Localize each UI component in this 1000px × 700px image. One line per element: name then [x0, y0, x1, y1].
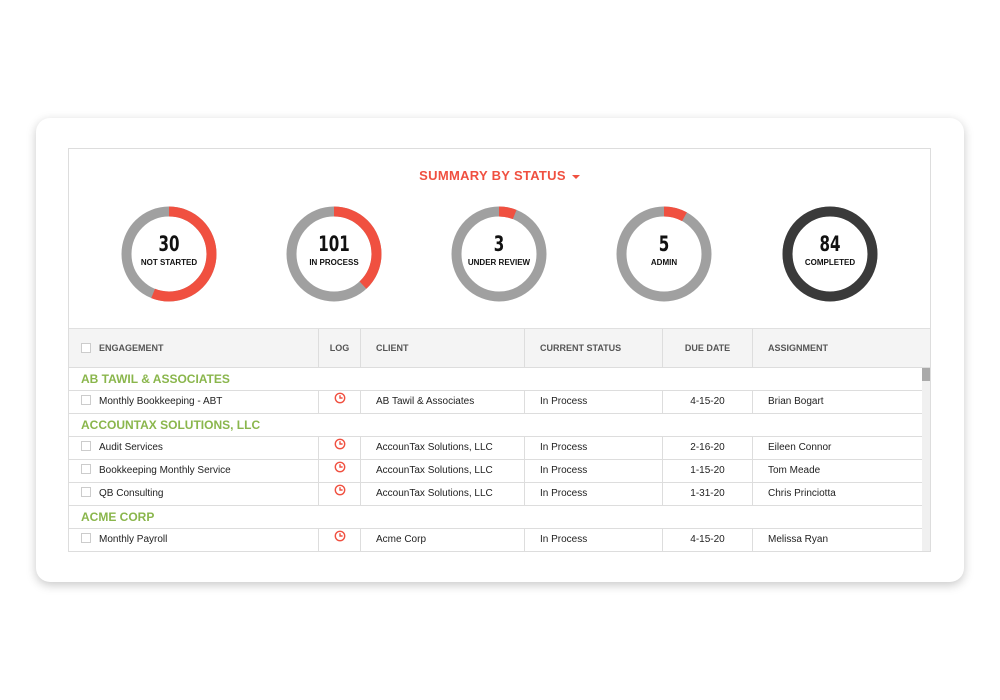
column-engagement[interactable]: ENGAGEMENT: [69, 329, 319, 368]
column-label: ENGAGEMENT: [99, 343, 164, 353]
table-header: ENGAGEMENT LOG CLIENT CURRENT STATUS DUE…: [69, 328, 930, 368]
status-count: 5: [658, 232, 670, 256]
engagement-name: QB Consulting: [99, 488, 164, 499]
summary-title-label: SUMMARY BY STATUS: [419, 168, 566, 183]
scrollbar[interactable]: [922, 368, 930, 551]
column-assignment[interactable]: ASSIGNMENT: [753, 329, 930, 368]
engagement-cell[interactable]: Monthly Bookkeeping - ABT: [69, 391, 319, 413]
due-date-cell: 1-31-20: [663, 483, 753, 505]
status-label: ADMIN: [650, 258, 678, 267]
client-cell: Acme Corp: [361, 529, 525, 551]
status-donut-under-review[interactable]: 3 UNDER REVIEW: [451, 206, 547, 302]
assignment-cell: Tom Meade: [768, 465, 821, 476]
status-label: UNDER REVIEW: [467, 258, 531, 267]
row-checkbox[interactable]: [81, 464, 91, 475]
engagement-cell[interactable]: Monthly Payroll: [69, 529, 319, 551]
assignment-cell: Chris Princiotta: [768, 488, 836, 499]
status-donut-completed[interactable]: 84 COMPLETED: [782, 206, 878, 302]
due-date-cell: 2-16-20: [663, 437, 753, 459]
table-row[interactable]: Monthly Bookkeeping - ABT AB Tawil & Ass…: [69, 391, 922, 414]
engagement-name: Monthly Bookkeeping - ABT: [99, 396, 223, 407]
due-date-cell: 4-15-20: [663, 529, 753, 551]
status-cell: In Process: [525, 391, 663, 413]
clock-icon[interactable]: [334, 391, 346, 413]
log-cell: [319, 529, 361, 551]
group-header[interactable]: AB TAWIL & ASSOCIATES: [69, 368, 922, 391]
select-all-checkbox[interactable]: [81, 342, 91, 353]
engagement-name: Audit Services: [99, 442, 163, 453]
group-header[interactable]: ACME CORP: [69, 506, 922, 529]
status-cell: In Process: [525, 529, 663, 551]
assignment-cell: Brian Bogart: [768, 396, 824, 407]
column-due-date[interactable]: DUE DATE: [663, 329, 753, 368]
row-checkbox[interactable]: [81, 487, 91, 498]
client-cell: AccounTax Solutions, LLC: [361, 483, 525, 505]
status-cell: In Process: [525, 483, 663, 505]
client-cell: AccounTax Solutions, LLC: [361, 437, 525, 459]
status-count: 101: [318, 232, 350, 256]
table-row[interactable]: Audit Services AccounTax Solutions, LLC …: [69, 437, 922, 460]
log-cell: [319, 460, 361, 482]
column-current-status[interactable]: CURRENT STATUS: [525, 329, 663, 368]
summary-by-status-dropdown[interactable]: SUMMARY BY STATUS: [69, 168, 930, 183]
scrollbar-thumb[interactable]: [922, 368, 930, 381]
caret-down-icon: [571, 174, 580, 179]
engagement-cell[interactable]: Bookkeeping Monthly Service: [69, 460, 319, 482]
client-cell: AccounTax Solutions, LLC: [361, 460, 525, 482]
log-cell: [319, 437, 361, 459]
column-client[interactable]: CLIENT: [361, 329, 525, 368]
status-donut-in-process[interactable]: 101 IN PROCESS: [286, 206, 382, 302]
clock-icon[interactable]: [334, 460, 346, 482]
status-count: 3: [493, 232, 505, 256]
status-donut-admin[interactable]: 5 ADMIN: [616, 206, 712, 302]
engagement-name: Monthly Payroll: [99, 534, 168, 545]
client-cell: AB Tawil & Associates: [361, 391, 525, 413]
status-count: 84: [819, 232, 841, 256]
status-label: NOT STARTED: [140, 258, 198, 267]
status-cell: In Process: [525, 437, 663, 459]
table-row[interactable]: Monthly Payroll Acme Corp In Process 4-1…: [69, 529, 922, 551]
engagement-name: Bookkeeping Monthly Service: [99, 465, 231, 476]
summary-panel: SUMMARY BY STATUS 30 NOT STARTED 101 IN PRO…: [68, 148, 931, 552]
due-date-cell: 1-15-20: [663, 460, 753, 482]
engagement-cell[interactable]: QB Consulting: [69, 483, 319, 505]
row-checkbox[interactable]: [81, 441, 91, 452]
status-cell: In Process: [525, 460, 663, 482]
column-log[interactable]: LOG: [319, 329, 361, 368]
status-donut-not-started[interactable]: 30 NOT STARTED: [121, 206, 217, 302]
status-count: 30: [158, 232, 180, 256]
clock-icon[interactable]: [334, 483, 346, 505]
status-label: IN PROCESS: [309, 258, 359, 267]
table-body: AB TAWIL & ASSOCIATES Monthly Bookkeeping…: [69, 368, 922, 551]
table-row[interactable]: QB Consulting AccounTax Solutions, LLC I…: [69, 483, 922, 506]
table-row[interactable]: Bookkeeping Monthly Service AccounTax So…: [69, 460, 922, 483]
group-header[interactable]: ACCOUNTAX SOLUTIONS, LLC: [69, 414, 922, 437]
clock-icon[interactable]: [334, 437, 346, 459]
due-date-cell: 4-15-20: [663, 391, 753, 413]
row-checkbox[interactable]: [81, 533, 91, 544]
assignment-cell: Melissa Ryan: [768, 534, 829, 545]
log-cell: [319, 391, 361, 413]
row-checkbox[interactable]: [81, 395, 91, 406]
assignment-cell: Eileen Connor: [768, 442, 832, 453]
engagement-cell[interactable]: Audit Services: [69, 437, 319, 459]
log-cell: [319, 483, 361, 505]
clock-icon[interactable]: [334, 529, 346, 551]
status-label: COMPLETED: [804, 258, 856, 267]
